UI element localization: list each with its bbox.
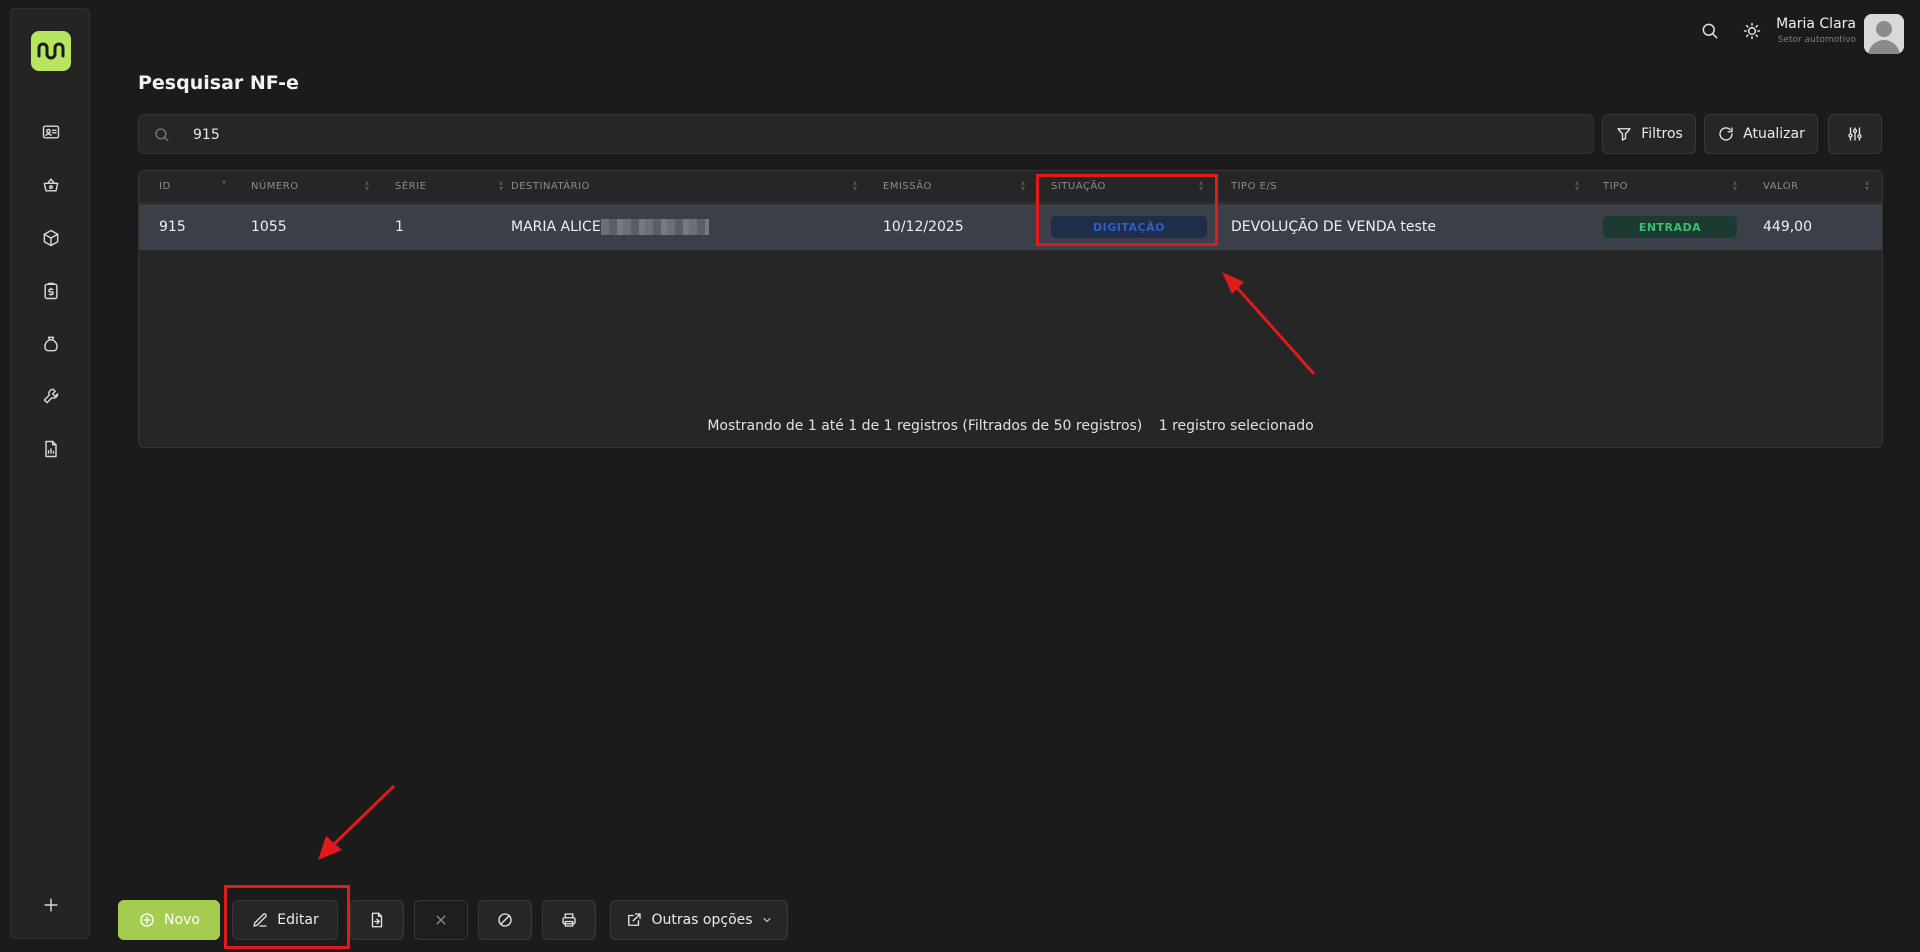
plus-circle-icon [140, 913, 154, 927]
filters-button[interactable]: Filtros [1602, 114, 1696, 154]
sidebar [10, 8, 90, 939]
arrow-annotation [318, 784, 396, 860]
nfe-table: ID ▾ NÚMERO ▴ ▾ SÉRIE ▴ ▾ DESTINATÁRIO ▴ ▾ … [138, 170, 1883, 448]
sun-icon[interactable] [1742, 21, 1764, 43]
sort-icon[interactable]: ▴ ▾ [1865, 179, 1869, 193]
ban-icon [498, 913, 512, 927]
edit-button[interactable]: Editar [232, 900, 338, 940]
void-button[interactable] [478, 900, 532, 940]
cell-tipo-es: DEVOLUÇÃO DE VENDA teste [1231, 219, 1436, 235]
external-link-icon [628, 913, 642, 926]
table-footer: Mostrando de 1 até 1 de 1 registros (Fil… [139, 418, 1882, 434]
column-id[interactable]: ID [159, 181, 171, 192]
column-valor[interactable]: VALOR [1763, 181, 1799, 192]
search-input-icon [155, 128, 169, 142]
sliders-icon [1848, 127, 1862, 141]
box-icon[interactable] [39, 226, 63, 250]
more-options-label: Outras opções [651, 912, 753, 928]
cell-numero: 1055 [251, 219, 287, 235]
receipt-dollar-icon[interactable] [39, 279, 63, 303]
cell-emissao: 10/12/2025 [883, 219, 964, 235]
sort-icon[interactable]: ▴ ▾ [1733, 179, 1737, 193]
type-badge: ENTRADA [1603, 216, 1737, 238]
id-card-icon[interactable] [39, 120, 63, 144]
search-bar [138, 114, 1594, 154]
user-info[interactable]: Maria Clara Setor automotivo [1776, 16, 1856, 45]
close-icon [436, 915, 446, 925]
sort-icon[interactable]: ▴ ▾ [853, 179, 857, 193]
app-logo[interactable] [31, 31, 71, 71]
sort-icon[interactable]: ▴ ▾ [1575, 179, 1579, 193]
file-import-icon [371, 912, 383, 928]
new-button[interactable]: Novo [118, 900, 220, 940]
highlight-box-status [1036, 174, 1218, 246]
column-destinatario[interactable]: DESTINATÁRIO [511, 181, 590, 192]
column-tipo[interactable]: TIPO [1603, 181, 1628, 192]
recipient-name: MARIA ALICE [511, 219, 601, 235]
filter-icon [1617, 128, 1631, 141]
column-serie[interactable]: SÉRIE [395, 181, 426, 192]
records-count: Mostrando de 1 até 1 de 1 registros (Fil… [707, 418, 1143, 434]
more-options-button[interactable]: Outras opções [610, 900, 788, 940]
refresh-button[interactable]: Atualizar [1704, 114, 1818, 154]
sort-icon[interactable]: ▴ ▾ [499, 179, 503, 193]
wrench-icon[interactable] [39, 384, 63, 408]
table-header: ID ▾ NÚMERO ▴ ▾ SÉRIE ▴ ▾ DESTINATÁRIO ▴ ▾ … [139, 171, 1882, 203]
cell-valor: 449,00 [1763, 219, 1812, 235]
table-row[interactable]: 915 1055 1 MARIA ALICE 10/12/2025 DIGITA… [139, 204, 1882, 250]
redacted-text [600, 219, 709, 235]
sort-icon[interactable]: ▴ ▾ [1021, 179, 1025, 193]
import-file-button[interactable] [350, 900, 404, 940]
print-button[interactable] [542, 900, 596, 940]
user-name: Maria Clara [1776, 16, 1856, 32]
sort-desc-icon[interactable]: ▾ [222, 179, 226, 187]
plus-icon[interactable] [39, 893, 63, 917]
column-tipo-es[interactable]: TIPO E/S [1231, 181, 1277, 192]
page-title: Pesquisar NF-e [138, 72, 299, 94]
cell-serie: 1 [395, 219, 404, 235]
report-icon[interactable] [39, 437, 63, 461]
chevron-down-icon [763, 918, 770, 922]
edit-icon [253, 913, 268, 927]
new-label: Novo [164, 912, 200, 928]
cancel-button[interactable] [414, 900, 468, 940]
search-input[interactable] [193, 123, 1573, 147]
search-icon[interactable] [1700, 21, 1722, 43]
edit-label: Editar [277, 912, 319, 928]
basket-icon[interactable] [39, 173, 63, 197]
avatar[interactable] [1864, 14, 1904, 54]
selected-count: 1 registro selecionado [1158, 418, 1314, 434]
cell-id: 915 [159, 219, 186, 235]
filters-label: Filtros [1641, 126, 1683, 142]
sort-icon[interactable]: ▴ ▾ [365, 179, 369, 193]
printer-icon [562, 913, 576, 927]
column-settings-button[interactable] [1828, 114, 1882, 154]
avatar-icon [1864, 14, 1904, 54]
money-bag-icon[interactable] [39, 332, 63, 356]
cell-destinatario: MARIA ALICE [511, 219, 709, 235]
refresh-icon [1719, 127, 1733, 141]
refresh-label: Atualizar [1743, 126, 1805, 142]
user-role: Setor automotivo [1777, 35, 1856, 45]
column-numero[interactable]: NÚMERO [251, 181, 299, 192]
column-emissao[interactable]: EMISSÃO [883, 181, 932, 192]
logo-icon [37, 42, 65, 60]
